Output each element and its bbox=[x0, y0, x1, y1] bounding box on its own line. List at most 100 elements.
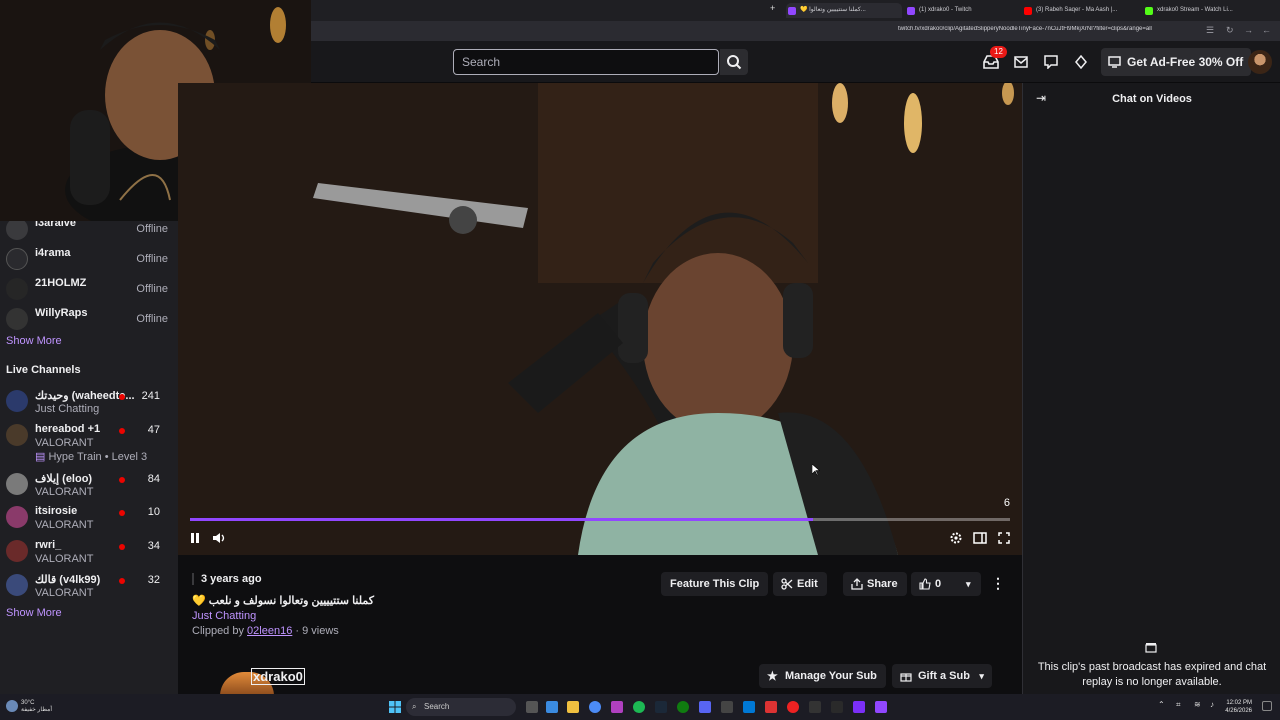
progress-fill bbox=[190, 518, 814, 521]
show-more-link[interactable]: Show More bbox=[6, 335, 62, 347]
search-button[interactable] bbox=[720, 49, 748, 75]
viewer-count: 34 bbox=[147, 540, 160, 552]
thumbs-up-icon bbox=[919, 578, 931, 590]
reload-icon[interactable]: ↻ bbox=[1226, 25, 1234, 36]
url-field[interactable]: twitch.tv/xdrako0/clip/AgitatedSlipperyN… bbox=[898, 26, 1198, 32]
app-icon[interactable] bbox=[787, 701, 799, 713]
fullscreen-button[interactable] bbox=[995, 529, 1013, 547]
sidebar-channel[interactable]: WillyRaps Offline bbox=[0, 303, 178, 333]
manage-sub-button[interactable]: ★ Manage Your Sub bbox=[759, 664, 886, 688]
volume-button[interactable] bbox=[210, 529, 228, 547]
sidebar-channel[interactable]: i4rama Offline bbox=[0, 243, 178, 273]
clip-counter: 6 bbox=[1003, 497, 1010, 509]
channel-status: Offline bbox=[136, 223, 168, 235]
gift-sub-button[interactable]: Gift a Sub ▾ bbox=[892, 664, 992, 688]
tray-chevron-icon[interactable]: ⌃ bbox=[1158, 700, 1165, 709]
video-frame-image bbox=[178, 83, 1022, 555]
edit-button[interactable]: Edit bbox=[773, 572, 827, 596]
new-tab-icon[interactable]: + bbox=[770, 3, 775, 13]
windows-start-icon[interactable] bbox=[389, 701, 401, 713]
whispers-button[interactable] bbox=[1012, 53, 1030, 71]
sidebar-live-channel[interactable]: rwri_ VALORANT 34 bbox=[0, 535, 178, 565]
app-icon[interactable] bbox=[853, 701, 865, 713]
system-clock[interactable]: 12:02 PM 4/26/2026 bbox=[1225, 699, 1252, 715]
chevron-down-icon[interactable]: ▾ bbox=[979, 664, 984, 688]
wifi-icon[interactable]: ≋ bbox=[1194, 700, 1201, 709]
scissors-icon bbox=[781, 578, 793, 590]
sidebar-channel[interactable]: 21HOLMZ Offline bbox=[0, 273, 178, 303]
discord-icon[interactable] bbox=[699, 701, 711, 713]
volume-icon[interactable]: ♪ bbox=[1210, 700, 1214, 709]
video-player[interactable]: 6 bbox=[178, 83, 1022, 555]
show-more-link[interactable]: Show More bbox=[6, 607, 62, 619]
notification-center-icon[interactable] bbox=[1262, 701, 1272, 711]
chat-title: Chat on Videos bbox=[1112, 93, 1192, 105]
ad-free-button[interactable]: Get Ad-Free 30% Off bbox=[1101, 48, 1252, 76]
clipper-link[interactable]: 02leen16 bbox=[247, 625, 292, 637]
taskbar-search[interactable]: ⌕ Search bbox=[406, 698, 516, 716]
share-button[interactable]: Share bbox=[843, 572, 907, 596]
browser-tab-2[interactable]: (1) xdrako0 - Twitch bbox=[905, 3, 1017, 18]
browser-tab-4[interactable]: xdrako0 Stream - Watch Li... bbox=[1143, 3, 1255, 18]
app-icon[interactable] bbox=[546, 701, 558, 713]
sidebar-live-channel[interactable]: وحيدتك (waheedte... Just Chatting 241 bbox=[0, 385, 178, 415]
xbox-icon[interactable] bbox=[677, 701, 689, 713]
chevron-down-icon[interactable]: ▾ bbox=[966, 572, 971, 596]
weather-widget[interactable]: 30°C أمطار خفيفة bbox=[21, 700, 52, 714]
twitch-taskbar-icon[interactable] bbox=[875, 701, 887, 713]
chat-bubble-icon bbox=[1044, 55, 1058, 69]
app-icon[interactable] bbox=[721, 701, 733, 713]
sidebar-live-channel[interactable]: itsirosie VALORANT 10 bbox=[0, 501, 178, 531]
chat-button[interactable] bbox=[1042, 53, 1060, 71]
crown-icon bbox=[1075, 55, 1087, 69]
task-view-icon[interactable] bbox=[526, 701, 538, 713]
pause-button[interactable] bbox=[186, 529, 204, 547]
more-options-icon[interactable]: ⋮ bbox=[991, 575, 1005, 592]
like-count: 0 bbox=[935, 578, 942, 590]
extensions-icon[interactable]: ☰ bbox=[1206, 25, 1214, 36]
channel-avatar bbox=[6, 506, 28, 528]
sidebar-live-channel[interactable]: إيلاف (eloo) VALORANT 84 bbox=[0, 468, 178, 498]
file-explorer-icon[interactable] bbox=[567, 701, 579, 713]
obs-icon[interactable] bbox=[831, 701, 843, 713]
hype-train-label: ▤ Hype Train • Level 3 bbox=[35, 450, 147, 463]
spotify-icon[interactable] bbox=[633, 701, 645, 713]
viewer-count: 10 bbox=[147, 506, 160, 518]
chat-panel: ⇥ Chat on Videos This clip's past broadc… bbox=[1022, 83, 1280, 694]
steam-icon[interactable] bbox=[655, 701, 667, 713]
notification-count-badge: 12 bbox=[990, 46, 1007, 58]
clip-category-link[interactable]: Just Chatting bbox=[192, 610, 256, 622]
app-icon[interactable] bbox=[809, 701, 821, 713]
user-avatar[interactable] bbox=[1248, 50, 1272, 74]
crown-button[interactable] bbox=[1072, 53, 1090, 71]
like-button[interactable]: 0 ▾ bbox=[911, 572, 981, 596]
live-dot-icon bbox=[119, 428, 125, 434]
live-channels-heading: Live Channels bbox=[6, 364, 81, 376]
network-icon[interactable]: ⌗ bbox=[1176, 700, 1181, 710]
channel-category: VALORANT bbox=[35, 437, 94, 449]
back-icon[interactable]: ← bbox=[1262, 25, 1271, 35]
tab-title: xdrako0 Stream - Watch Li... bbox=[1157, 7, 1233, 13]
feature-clip-button[interactable]: Feature This Clip bbox=[661, 572, 769, 596]
hype-train-text: Hype Train • Level 3 bbox=[48, 451, 148, 463]
settings-button[interactable] bbox=[947, 529, 965, 547]
search-icon bbox=[727, 55, 742, 70]
app-icon[interactable] bbox=[765, 701, 777, 713]
browser-tab-3[interactable]: (3) Rabeh Saqer - Ma Aash |... bbox=[1022, 3, 1140, 18]
streamer-name-link[interactable]: xdrako0 bbox=[251, 668, 305, 685]
sidebar-live-channel[interactable]: قالك (v4lk99) VALORANT 32 bbox=[0, 569, 178, 599]
sidebar-live-channel[interactable]: hereabod +1 VALORANT ▤ Hype Train • Leve… bbox=[0, 419, 178, 463]
channel-avatar bbox=[6, 473, 28, 495]
chrome-icon[interactable] bbox=[589, 701, 601, 713]
divider bbox=[192, 573, 194, 585]
progress-bar[interactable] bbox=[190, 518, 1010, 521]
edge-icon[interactable] bbox=[743, 701, 755, 713]
app-icon[interactable] bbox=[611, 701, 623, 713]
channel-name: i4rama bbox=[35, 247, 71, 259]
weather-desc: أمطار خفيفة bbox=[21, 707, 53, 713]
forward-icon[interactable]: → bbox=[1244, 25, 1253, 35]
clapperboard-icon bbox=[1145, 643, 1157, 653]
search-input[interactable]: Search bbox=[453, 49, 719, 75]
theatre-mode-button[interactable] bbox=[971, 529, 989, 547]
browser-tab-1[interactable]: 💛 كملنا ستتيييين وتعالوا... bbox=[786, 3, 902, 18]
